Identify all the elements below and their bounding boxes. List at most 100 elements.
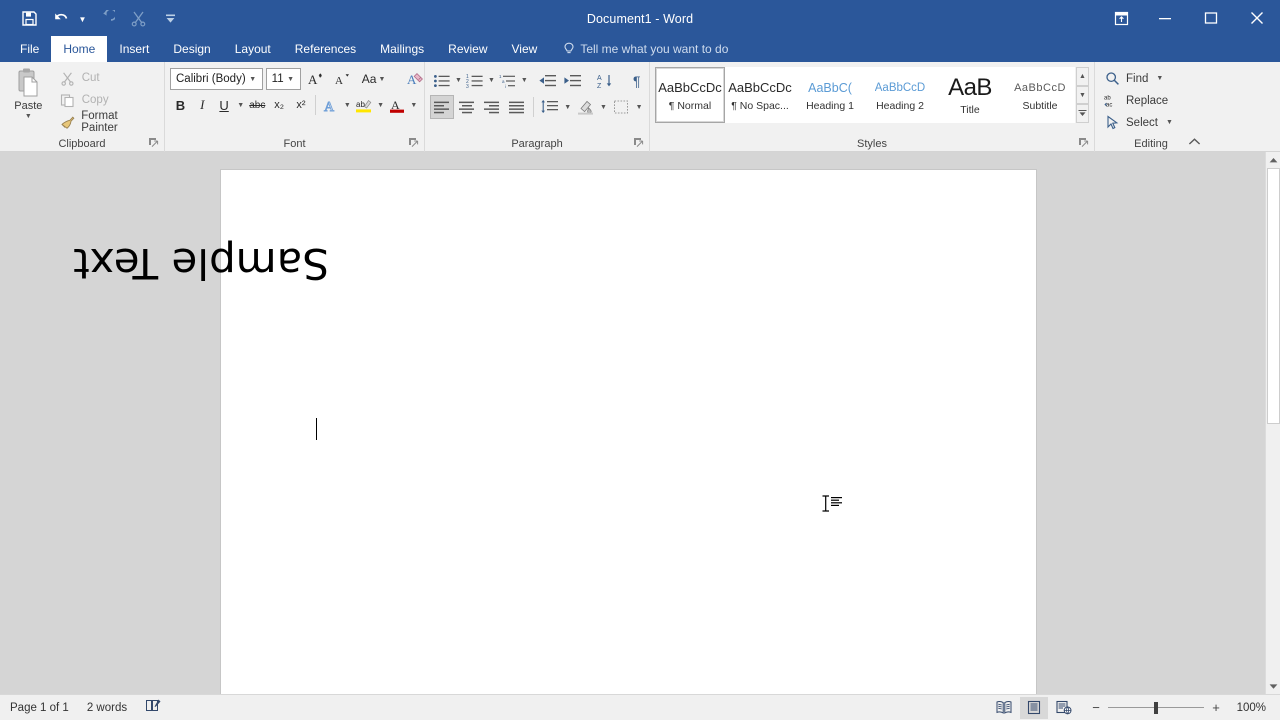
font-group-label: Font (283, 138, 306, 150)
document-canvas[interactable]: Sample Text (0, 152, 1280, 694)
style-subtitle[interactable]: AaBbCcD Subtitle (1005, 67, 1075, 123)
vertical-scrollbar[interactable] (1265, 152, 1280, 694)
font-name-dropdown-icon[interactable]: ▼ (246, 76, 260, 83)
clipboard-dialog-launcher[interactable] (148, 137, 160, 149)
bullets-dropdown-icon[interactable]: ▼ (455, 77, 462, 84)
shading-button[interactable] (574, 95, 598, 119)
numbering-button[interactable]: 123 (463, 69, 487, 93)
text-effects-dropdown-icon[interactable]: ▼ (342, 102, 352, 109)
borders-button[interactable] (609, 95, 633, 119)
select-command[interactable]: Select ▼ (1100, 112, 1202, 133)
tell-me-search[interactable]: Tell me what you want to do (549, 36, 738, 62)
font-color-dropdown-icon[interactable]: ▼ (409, 102, 419, 109)
increase-indent-button[interactable] (561, 69, 585, 93)
web-layout-button[interactable] (1050, 697, 1078, 719)
maximize-button[interactable] (1188, 0, 1234, 36)
align-right-button[interactable] (480, 95, 504, 119)
find-dropdown-icon[interactable]: ▼ (1154, 75, 1165, 82)
tab-design[interactable]: Design (161, 36, 222, 62)
change-case-button[interactable]: Aa ▼ (358, 67, 392, 91)
tab-insert[interactable]: Insert (107, 36, 161, 62)
justify-button[interactable] (505, 95, 529, 119)
page-indicator[interactable]: Page 1 of 1 (10, 702, 69, 714)
document-body-text[interactable]: Sample Text (73, 239, 329, 288)
styles-scroll-up-button[interactable]: ▲ (1076, 67, 1089, 86)
sort-button[interactable]: AZ (593, 69, 617, 93)
styles-more-button[interactable] (1076, 104, 1089, 124)
font-size-combo[interactable]: 11 ▼ (265, 68, 301, 90)
grow-font-button[interactable]: A (304, 67, 328, 91)
zoom-control[interactable]: − + 100% (1080, 700, 1272, 715)
align-center-button[interactable] (455, 95, 479, 119)
paste-dropdown-icon[interactable]: ▼ (25, 113, 32, 120)
tab-view[interactable]: View (500, 36, 550, 62)
ribbon-display-options-icon[interactable] (1100, 0, 1142, 36)
zoom-level[interactable]: 100% (1228, 702, 1266, 714)
align-left-button[interactable] (430, 95, 454, 119)
text-effects-button[interactable]: A (320, 93, 341, 117)
read-mode-button[interactable] (990, 697, 1018, 719)
italic-button[interactable]: I (192, 93, 213, 117)
tab-mailings[interactable]: Mailings (368, 36, 436, 62)
line-spacing-button[interactable] (538, 95, 562, 119)
print-layout-button[interactable] (1020, 696, 1048, 719)
zoom-slider[interactable] (1108, 701, 1204, 715)
paragraph-dialog-launcher[interactable] (633, 137, 645, 149)
tab-file[interactable]: File (8, 36, 51, 62)
subscript-button[interactable]: x₂ (269, 93, 290, 117)
text-highlight-button[interactable]: ab (354, 93, 375, 117)
zoom-in-button[interactable]: + (1210, 700, 1222, 715)
strikethrough-button[interactable]: abc (247, 93, 268, 117)
format-painter-command[interactable]: Format Painter (56, 110, 159, 134)
numbering-dropdown-icon[interactable]: ▼ (488, 77, 495, 84)
shrink-font-button[interactable]: A (331, 67, 355, 91)
paste-button[interactable]: Paste ▼ (5, 65, 52, 135)
tab-review[interactable]: Review (436, 36, 499, 62)
style-heading-2[interactable]: AaBbCcD Heading 2 (865, 67, 935, 123)
minimize-button[interactable] (1142, 0, 1188, 36)
multilevel-dropdown-icon[interactable]: ▼ (521, 77, 528, 84)
style-heading-1[interactable]: AaBbC( Heading 1 (795, 67, 865, 123)
font-dialog-launcher[interactable] (408, 137, 420, 149)
collapse-ribbon-button[interactable] (1188, 137, 1201, 150)
decrease-indent-button[interactable] (536, 69, 560, 93)
tab-home[interactable]: Home (51, 36, 108, 62)
tab-references[interactable]: References (283, 36, 368, 62)
tab-layout[interactable]: Layout (223, 36, 283, 62)
proofing-errors-icon[interactable] (145, 698, 162, 718)
multilevel-list-button[interactable]: 1ai (496, 69, 520, 93)
close-button[interactable] (1234, 0, 1280, 36)
borders-dropdown-icon[interactable]: ▼ (634, 104, 644, 111)
select-dropdown-icon[interactable]: ▼ (1164, 119, 1175, 126)
find-command[interactable]: Find ▼ (1100, 68, 1202, 89)
document-page[interactable]: Sample Text (73, 170, 1036, 694)
replace-command[interactable]: ab ac Replace (1100, 90, 1202, 111)
styles-scroll-down-button[interactable]: ▼ (1076, 85, 1089, 105)
superscript-button[interactable]: x² (291, 93, 312, 117)
cut-command[interactable]: Cut (56, 68, 159, 89)
font-size-dropdown-icon[interactable]: ▼ (284, 76, 298, 83)
style-normal[interactable]: AaBbCcDc ¶ Normal (655, 67, 725, 123)
scroll-down-arrow-icon[interactable] (1266, 678, 1280, 694)
scroll-up-arrow-icon[interactable] (1266, 152, 1280, 168)
line-spacing-dropdown-icon[interactable]: ▼ (563, 104, 573, 111)
show-formatting-marks-button[interactable]: ¶ (625, 69, 649, 93)
copy-label: Copy (81, 94, 109, 106)
highlight-dropdown-icon[interactable]: ▼ (375, 102, 385, 109)
font-name-combo[interactable]: Calibri (Body) ▼ (170, 68, 263, 90)
styles-dialog-launcher[interactable] (1078, 137, 1090, 149)
change-case-dropdown-icon[interactable]: ▼ (376, 76, 387, 83)
style-no-spacing[interactable]: AaBbCcDc ¶ No Spac... (725, 67, 795, 123)
scrollbar-thumb[interactable] (1267, 168, 1280, 424)
zoom-slider-handle[interactable] (1154, 701, 1158, 714)
copy-command[interactable]: Copy (56, 90, 159, 111)
underline-button[interactable]: U (214, 93, 235, 117)
shading-dropdown-icon[interactable]: ▼ (599, 104, 609, 111)
style-title[interactable]: AaB Title (935, 67, 1005, 123)
bold-button[interactable]: B (170, 93, 191, 117)
word-count[interactable]: 2 words (87, 702, 127, 714)
bullets-button[interactable] (430, 69, 454, 93)
underline-dropdown-icon[interactable]: ▼ (235, 102, 245, 109)
font-color-button[interactable]: A (387, 93, 408, 117)
zoom-out-button[interactable]: − (1090, 700, 1102, 715)
